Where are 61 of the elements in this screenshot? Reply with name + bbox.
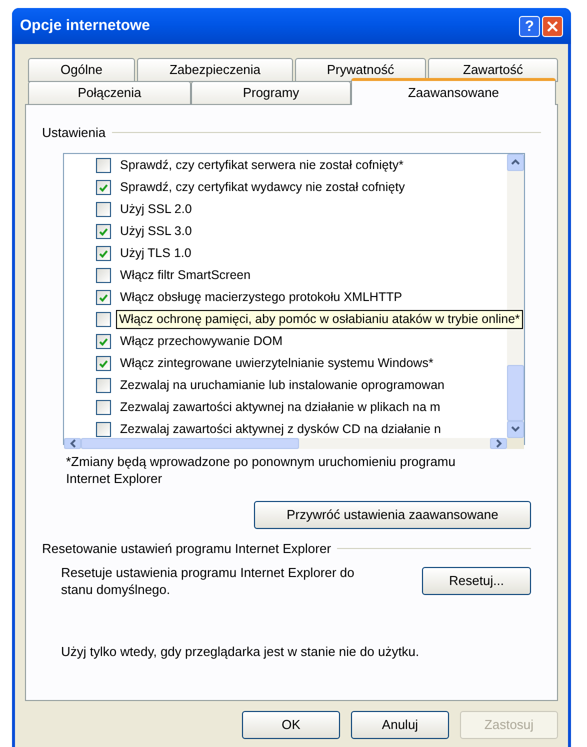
checkbox[interactable]: [96, 334, 111, 349]
scroll-up-button[interactable]: [507, 154, 524, 170]
scroll-left-button[interactable]: [64, 438, 81, 448]
tab[interactable]: Ogólne: [28, 58, 135, 82]
setting-label: Użyj SSL 3.0: [120, 223, 192, 240]
setting-label: Włącz obsługę macierzystego protokołu XMLHTTP: [120, 289, 402, 306]
setting-label: Włącz przechowywanie DOM: [120, 333, 283, 350]
reset-button[interactable]: Resetuj...: [422, 567, 531, 595]
setting-label: Sprawdź, czy certyfikat wydawcy nie został cofnięty: [120, 179, 405, 196]
chevron-up-icon: [511, 159, 520, 165]
restart-note: *Zmiany będą wprowadzone po ponownym uruchomieniu programu Internet Explorer: [66, 452, 456, 486]
scrollbar-corner: [507, 438, 524, 448]
checkbox[interactable]: [96, 202, 111, 217]
checkbox[interactable]: [96, 312, 111, 327]
checkmark-icon: [99, 228, 108, 236]
checkbox[interactable]: [96, 180, 111, 195]
reset-description: Resetuje ustawienia programu Internet Explorer do stanu domyślnego.: [61, 564, 356, 598]
group-label: Resetowanie ustawień programu Internet Explorer: [42, 540, 332, 558]
close-button[interactable]: [542, 16, 563, 36]
setting-label: Sprawdź, czy certyfikat serwera nie został cofnięty*: [120, 157, 404, 174]
checkmark-icon: [99, 250, 108, 258]
checkmark-icon: [99, 184, 108, 192]
help-button[interactable]: ?: [519, 16, 540, 36]
chevron-right-icon: [496, 438, 502, 448]
tooltip: Włącz ochronę pamięci, aby pomóc w osłabianiu ataków w trybie online*: [116, 310, 523, 329]
tab[interactable]: Programy: [191, 81, 351, 105]
tab[interactable]: Zabezpieczenia: [137, 58, 293, 82]
scroll-thumb[interactable]: [81, 438, 299, 448]
checkbox[interactable]: [96, 224, 111, 239]
checkbox[interactable]: [96, 422, 111, 437]
checkbox[interactable]: [96, 400, 111, 415]
checkbox[interactable]: [96, 268, 111, 283]
group-label: Ustawienia: [42, 124, 106, 142]
checkbox[interactable]: [96, 246, 111, 261]
scroll-thumb[interactable]: [507, 364, 524, 420]
close-icon: [547, 20, 558, 32]
tab[interactable]: Połączenia: [28, 81, 191, 105]
window-title: Opcje internetowe: [20, 16, 152, 36]
setting-label: Użyj TLS 1.0: [120, 245, 192, 262]
checkbox[interactable]: [96, 356, 111, 371]
chevron-down-icon: [511, 426, 520, 432]
scroll-down-button[interactable]: [507, 420, 524, 438]
button[interactable]: Anuluj: [351, 711, 449, 739]
setting-label: Zezwalaj na uruchamianie lub instalowanie oprogramowan: [120, 377, 444, 394]
setting-label: Zezwalaj zawartości aktywnej na działanie w plikach na m: [120, 399, 440, 416]
checkmark-icon: [99, 360, 108, 368]
checkbox[interactable]: [96, 290, 111, 305]
setting-label: Użyj SSL 2.0: [120, 201, 192, 218]
tab[interactable]: Zaawansowane: [351, 78, 556, 105]
restore-advanced-button[interactable]: Przywróć ustawienia zaawansowane: [254, 500, 531, 528]
usage-warning: Użyj tylko wtedy, gdy przeglądarka jest w stanie nie do użytku.: [61, 643, 420, 661]
setting-label: Włącz filtr SmartScreen: [120, 267, 251, 284]
scroll-right-button[interactable]: [490, 438, 507, 448]
setting-label: Włącz zintegrowane uwierzytelnianie systemu Windows*: [120, 355, 434, 372]
checkmark-icon: [99, 338, 108, 346]
setting-label: Zezwalaj zawartości aktywnej z dysków CD na działanie n: [120, 421, 441, 438]
checkbox[interactable]: [96, 158, 111, 173]
button[interactable]: OK: [242, 711, 340, 739]
chevron-left-icon: [70, 438, 76, 448]
checkmark-icon: [99, 294, 108, 302]
checkbox[interactable]: [96, 378, 111, 393]
